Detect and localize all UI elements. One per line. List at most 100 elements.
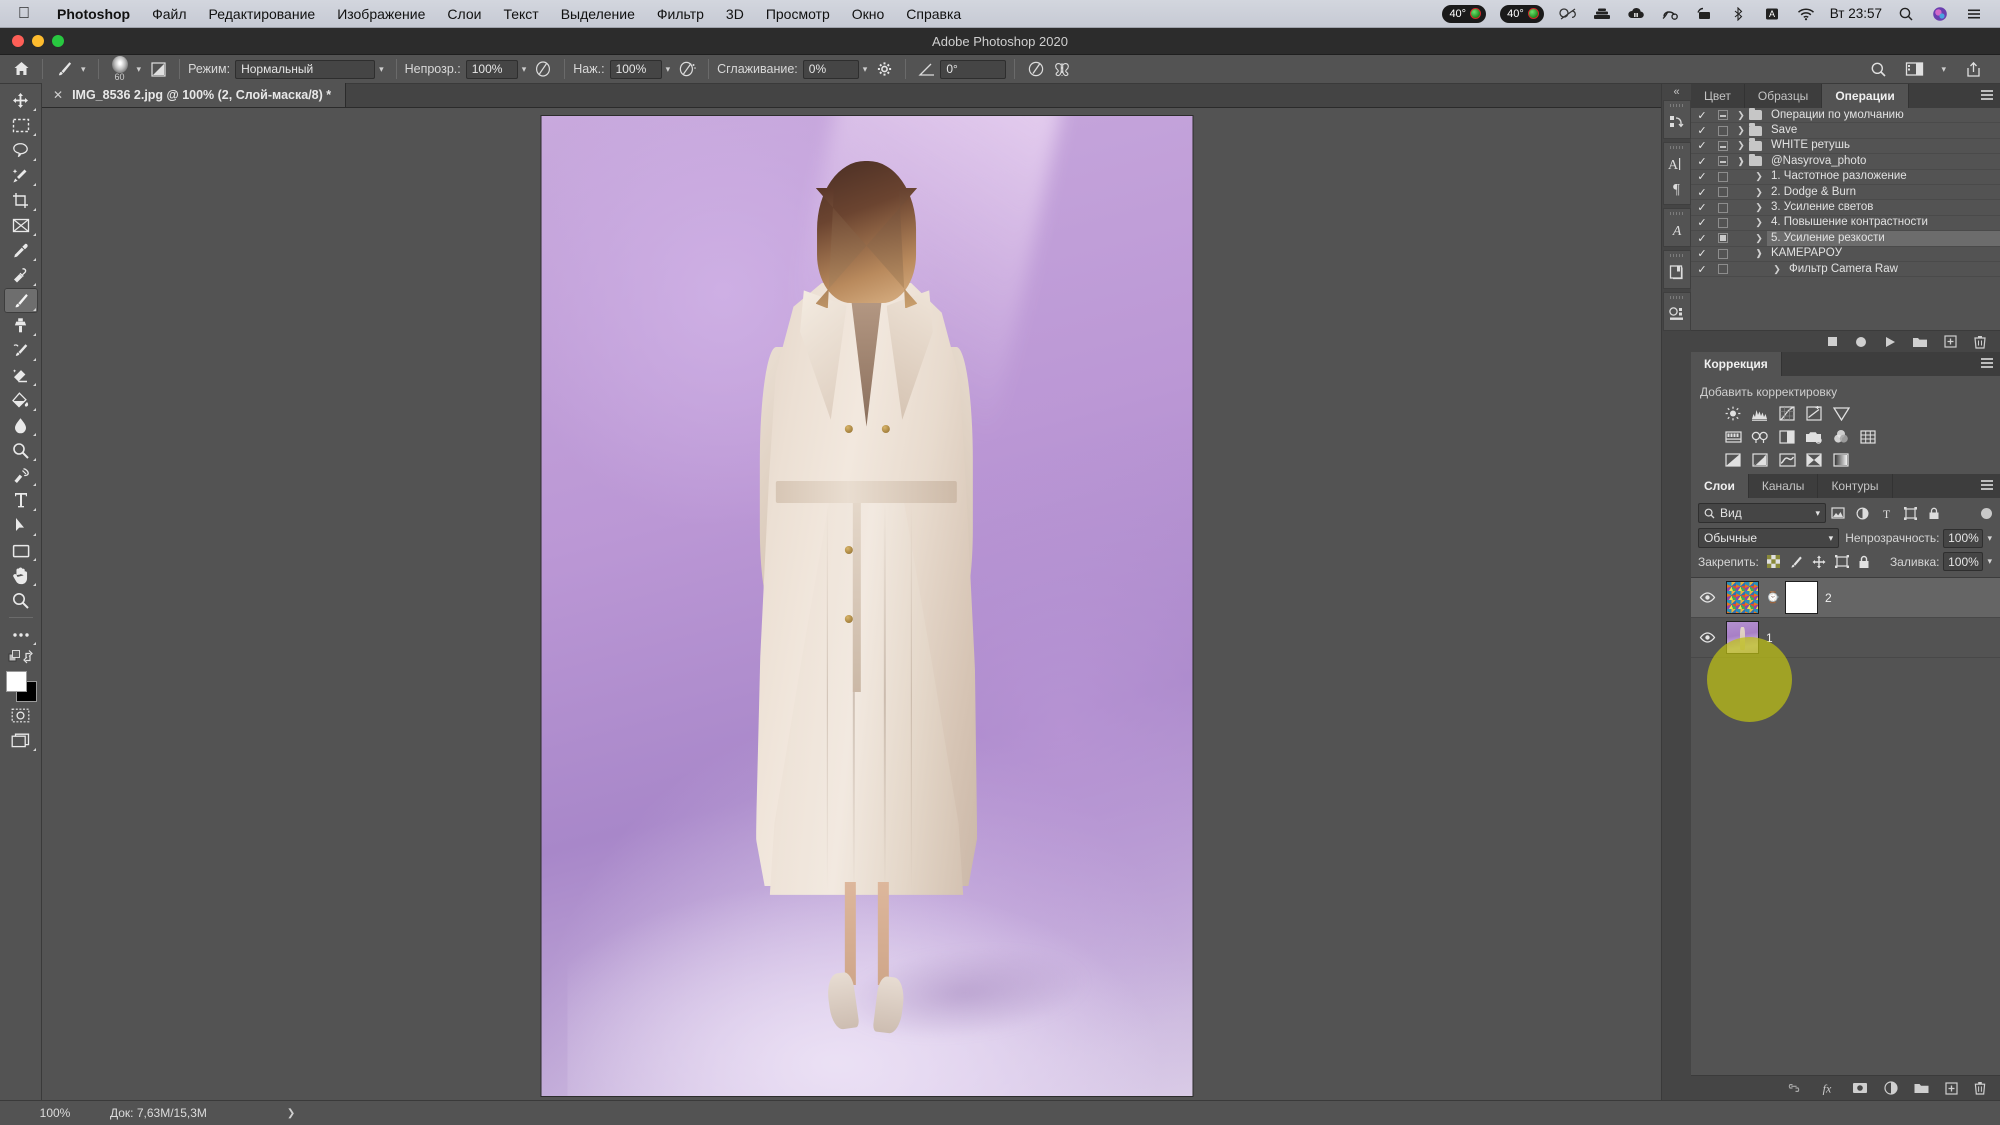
document-canvas[interactable] <box>541 116 1192 1096</box>
input-source-icon[interactable]: A <box>1762 5 1782 23</box>
color-lookup-icon[interactable] <box>1858 428 1878 445</box>
edit-toolbar-button[interactable] <box>4 622 38 647</box>
levels-icon[interactable] <box>1750 405 1770 422</box>
cloud-sync-icon[interactable] <box>1660 5 1680 23</box>
chevron-down-icon[interactable]: ❱ <box>1733 156 1749 167</box>
action-enabled-checkmark[interactable]: ✓ <box>1691 124 1713 137</box>
brush-settings-panel-icon[interactable] <box>145 58 171 80</box>
lasso-tool[interactable] <box>4 138 38 163</box>
menu-file[interactable]: Файл <box>141 6 197 22</box>
action-row[interactable]: ✓ ❯ Save <box>1691 123 2000 139</box>
action-enabled-checkmark[interactable]: ✓ <box>1691 155 1713 168</box>
foreground-color-swatch[interactable] <box>5 671 27 692</box>
new-adjustment-icon[interactable] <box>1884 1081 1898 1095</box>
screen-share-icon[interactable] <box>1694 5 1714 23</box>
curves-icon[interactable] <box>1777 405 1797 422</box>
menu-help[interactable]: Справка <box>895 6 972 22</box>
record-icon[interactable] <box>1855 336 1867 348</box>
action-dialog-toggle[interactable] <box>1713 125 1733 136</box>
chevron-right-icon[interactable]: ❯ <box>1733 110 1749 121</box>
chevron-right-icon[interactable]: ❯ <box>287 1108 295 1119</box>
dodge-tool[interactable] <box>4 438 38 463</box>
action-row[interactable]: ✓ ❱ @Nasyrova_photo <box>1691 153 2000 170</box>
lock-all-icon[interactable] <box>1858 555 1870 569</box>
lock-transparent-pixels-icon[interactable] <box>1766 555 1780 569</box>
invert-icon[interactable] <box>1723 451 1743 468</box>
action-enabled-checkmark[interactable]: ✓ <box>1691 109 1713 122</box>
blur-tool[interactable] <box>4 413 38 438</box>
pressure-opacity-icon[interactable] <box>530 58 556 80</box>
brush-tool-icon[interactable] <box>51 58 77 80</box>
healing-brush-tool[interactable] <box>4 263 38 288</box>
delete-icon[interactable] <box>1974 335 1986 349</box>
menu-select[interactable]: Выделение <box>550 6 646 22</box>
chevron-right-icon[interactable]: ❯ <box>1733 140 1749 151</box>
exposure-icon[interactable] <box>1804 405 1824 422</box>
action-row[interactable]: ✓ ❯ 3. Усиление светов <box>1691 200 2000 216</box>
control-center-icon[interactable] <box>1964 5 1984 23</box>
gradient-map-icon[interactable] <box>1831 451 1851 468</box>
symmetry-butterfly-icon[interactable] <box>1049 58 1075 80</box>
fx-icon[interactable]: fx <box>1818 1081 1836 1096</box>
cloud-pause-icon[interactable] <box>1626 5 1646 23</box>
temperature-badge-1[interactable]: 40° <box>1442 4 1487 23</box>
action-dialog-toggle[interactable] <box>1713 217 1733 228</box>
wifi-icon[interactable] <box>1796 5 1816 23</box>
panel-grip[interactable] <box>1669 212 1684 215</box>
filter-toggle-icon[interactable] <box>1981 503 1992 523</box>
action-dialog-toggle[interactable] <box>1713 156 1733 167</box>
clone-stamp-tool[interactable] <box>4 313 38 338</box>
stop-icon[interactable] <box>1827 336 1838 347</box>
crop-tool[interactable] <box>4 188 38 213</box>
panel-menu-icon[interactable] <box>1981 480 1993 491</box>
new-set-icon[interactable] <box>1913 336 1927 348</box>
airbrush-icon[interactable] <box>674 58 700 80</box>
action-enabled-checkmark[interactable]: ✓ <box>1691 201 1713 214</box>
color-balance-icon[interactable] <box>1750 428 1770 445</box>
layer-row-2[interactable]: ⌚ 2 <box>1691 578 2000 619</box>
action-dialog-toggle[interactable] <box>1713 233 1733 244</box>
eye-icon[interactable] <box>1695 632 1719 643</box>
selective-color-icon[interactable] <box>1804 451 1824 468</box>
panel-grip[interactable] <box>1669 146 1684 149</box>
menu-3d[interactable]: 3D <box>715 6 755 22</box>
pixel-filter-icon[interactable] <box>1826 503 1850 523</box>
marquee-tool[interactable] <box>4 113 38 138</box>
menu-layer[interactable]: Слои <box>436 6 492 22</box>
tab-paths[interactable]: Контуры <box>1818 474 1893 499</box>
default-and-swap-colors[interactable] <box>4 647 38 667</box>
gear-icon[interactable] <box>871 58 897 80</box>
collapse-panels-icon[interactable]: « <box>1673 86 1679 100</box>
home-icon[interactable] <box>8 58 34 80</box>
hand-tool[interactable] <box>4 563 38 588</box>
action-row-selected[interactable]: ✓ ❯ 5. Усиление резкости <box>1691 230 2000 247</box>
play-icon[interactable] <box>1884 336 1896 348</box>
layer-thumbnail[interactable] <box>1726 621 1759 655</box>
search-icon[interactable] <box>1865 58 1891 80</box>
brightness-contrast-icon[interactable] <box>1723 405 1743 422</box>
zoom-tool[interactable] <box>4 588 38 613</box>
panel-grip[interactable] <box>1669 254 1684 257</box>
menu-filter[interactable]: Фильтр <box>646 6 715 22</box>
properties-3d-panel-icon[interactable] <box>1664 302 1690 326</box>
threshold-icon[interactable] <box>1777 451 1797 468</box>
lock-position-icon[interactable] <box>1812 555 1826 569</box>
vibrance-icon[interactable] <box>1831 405 1851 422</box>
action-enabled-checkmark[interactable]: ✓ <box>1691 216 1713 229</box>
action-dialog-toggle[interactable] <box>1713 140 1733 151</box>
layer-mask-thumbnail[interactable] <box>1785 581 1818 615</box>
layer-filter-select[interactable]: Вид ▾ <box>1698 503 1826 524</box>
channel-mixer-icon[interactable] <box>1831 428 1851 445</box>
brush-preset-chevron[interactable]: ▾ <box>133 64 146 75</box>
action-dialog-toggle[interactable] <box>1713 264 1733 275</box>
document-size-info[interactable]: Док: 7,63M/15,3M ❯ <box>110 1106 295 1120</box>
pen-tool[interactable] <box>4 463 38 488</box>
move-tool[interactable] <box>4 88 38 113</box>
flow-input[interactable]: 100% ▾ <box>609 59 675 79</box>
chevron-down-icon[interactable]: ▾ <box>1937 64 1950 75</box>
brush-angle-input[interactable]: 0° <box>940 59 1007 79</box>
server-stack-icon[interactable] <box>1592 5 1612 23</box>
eye-icon[interactable] <box>1695 592 1719 603</box>
chevron-right-icon[interactable]: ❯ <box>1751 233 1767 244</box>
eyedropper-tool[interactable] <box>4 238 38 263</box>
